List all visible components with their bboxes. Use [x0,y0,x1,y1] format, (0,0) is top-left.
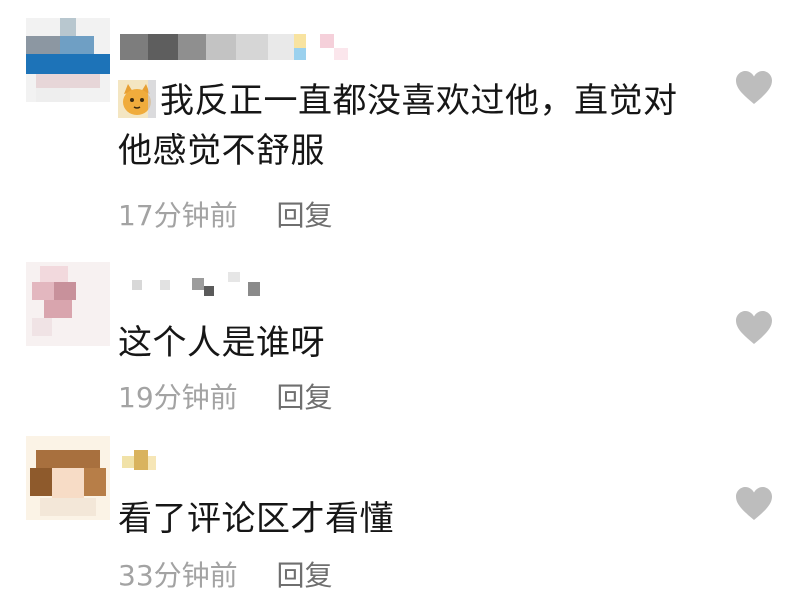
reply-button[interactable]: 回复 [277,559,333,592]
like-button[interactable] [734,486,774,522]
comment-meta: 17分钟前 回复 [118,194,333,234]
like-button[interactable] [734,310,774,346]
heart-icon [736,487,772,520]
comment-text-line1: 我反正一直都没喜欢过他，直觉对 [160,81,678,121]
comment-text: 看了评论区才看懂 [118,499,394,539]
cat-emoji-icon [118,80,156,118]
username[interactable] [120,34,360,62]
comment-time: 33分钟前 [118,559,238,592]
comment-meta: 33分钟前 回复 [118,554,333,594]
username[interactable] [132,272,272,300]
reply-button[interactable]: 回复 [277,381,333,414]
avatar[interactable] [26,18,110,102]
heart-icon [736,71,772,104]
comment-text: 我反正一直都没喜欢过他，直觉对 他感觉不舒服 [118,76,718,176]
username[interactable] [122,450,162,478]
avatar[interactable] [26,262,110,346]
like-button[interactable] [734,70,774,106]
comment-time: 19分钟前 [118,381,238,414]
comment-text-line2: 他感觉不舒服 [118,131,325,171]
heart-icon [736,311,772,344]
reply-button[interactable]: 回复 [277,199,333,232]
comment-meta: 19分钟前 回复 [118,376,333,416]
comment-text: 这个人是谁呀 [118,323,325,363]
avatar[interactable] [26,436,110,520]
comment-time: 17分钟前 [118,199,238,232]
